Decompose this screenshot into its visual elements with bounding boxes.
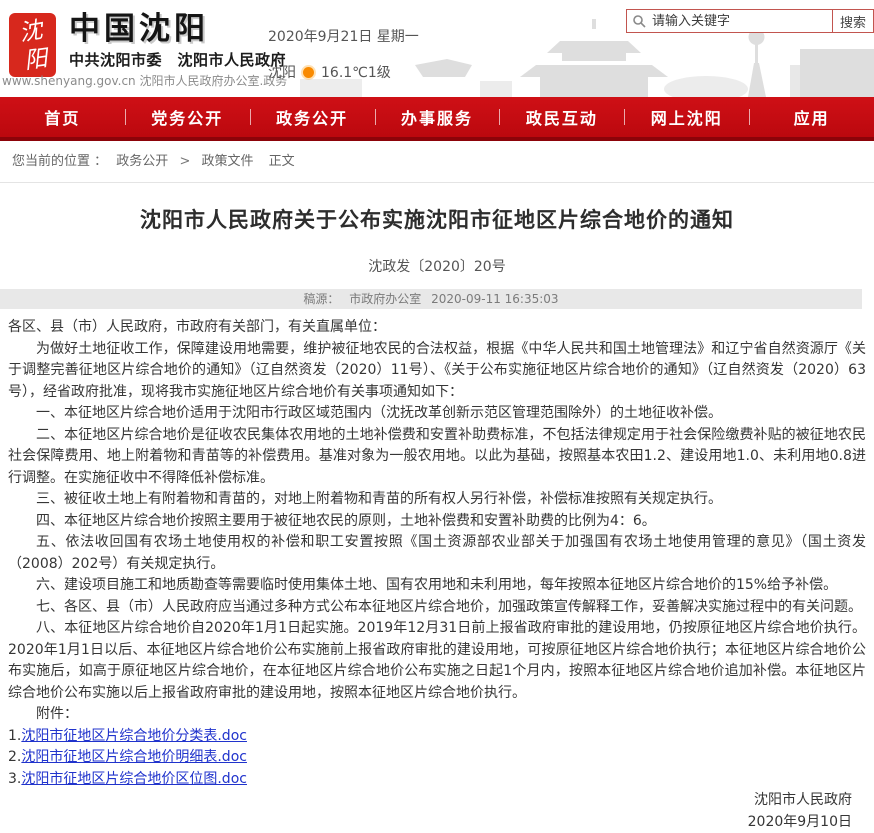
nav-item[interactable]: 网上沈阳 bbox=[624, 97, 749, 137]
attachment-item: 1.沈阳市征地区片综合地价分类表.doc bbox=[8, 726, 866, 748]
nav-item[interactable]: 政民互动 bbox=[499, 97, 624, 137]
article-paragraph: 五、依法收回国有农场土地使用权的补偿和职工安置按照《国土资源部农业部关于加强国有… bbox=[8, 532, 866, 575]
current-date: 2020年9月21日 星期一 bbox=[268, 26, 419, 46]
weather-info: 16.1℃1级 bbox=[321, 62, 391, 82]
article-paragraph: 二、本征地区片综合地价是征收农民集体农用地的土地补偿费和安置补助费标准，不包括法… bbox=[8, 425, 866, 490]
publish-timestamp: 2020-09-11 16:35:03 bbox=[431, 292, 558, 306]
sun-icon bbox=[303, 67, 314, 78]
breadcrumb: 您当前的位置 ： 政务公开 > 政策文件 正文 bbox=[0, 141, 874, 183]
signature-issuer: 沈阳市人民政府 bbox=[8, 790, 852, 812]
attachment-number: 1. bbox=[8, 728, 21, 744]
attachment-list: 1.沈阳市征地区片综合地价分类表.doc 2.沈阳市征地区片综合地价明细表.do… bbox=[8, 726, 866, 791]
article-paragraph: 三、被征收土地上有附着物和青苗的，对地上附着物和青苗的所有权人另行补偿，补偿标准… bbox=[8, 489, 866, 511]
article-paragraph: 七、各区、县（市）人民政府应当通过多种方式公布本征地区片综合地价，加强政策宣传解… bbox=[8, 597, 866, 619]
article: 沈阳市人民政府关于公布实施沈阳市征地区片综合地价的通知 沈政发〔2020〕20号… bbox=[0, 204, 874, 833]
nav-list: 首页 党务公开 政务公开 办事服务 政民互动 网上沈阳 应用 bbox=[0, 97, 874, 137]
site-subtitle: 中共沈阳市委 沈阳市人民政府 bbox=[69, 49, 286, 70]
seal-icon: 沈 阳 bbox=[8, 11, 58, 79]
breadcrumb-link-zwgk[interactable]: 政务公开 bbox=[116, 154, 168, 169]
site-url-line: www.shenyang.gov.cn 沈阳市人民政府办公室.政务 bbox=[2, 72, 287, 89]
weather-city: 沈阳 bbox=[268, 62, 296, 82]
article-paragraph: 为做好土地征收工作，保障建设用地需要，维护被征地农民的合法权益，根据《中华人民共… bbox=[8, 339, 866, 404]
weather-row: 沈阳 16.1℃1级 bbox=[268, 62, 419, 82]
breadcrumb-link-zcwj[interactable]: 政策文件 bbox=[201, 154, 253, 169]
breadcrumb-separator: > bbox=[179, 154, 190, 169]
source-bar: 稿源： 市政府办公室 2020-09-11 16:35:03 bbox=[0, 289, 862, 309]
nav-link[interactable]: 政务公开 bbox=[276, 105, 348, 129]
nav-link[interactable]: 首页 bbox=[44, 105, 80, 129]
attachment-number: 3. bbox=[8, 771, 21, 787]
site-logo[interactable]: 沈 阳 中国沈阳 中共沈阳市委 沈阳市人民政府 bbox=[8, 11, 286, 79]
attachment-link[interactable]: 沈阳市征地区片综合地价明细表.doc bbox=[21, 749, 247, 765]
main-nav: 首页 党务公开 政务公开 办事服务 政民互动 网上沈阳 应用 bbox=[0, 97, 874, 141]
nav-item[interactable]: 应用 bbox=[749, 97, 874, 137]
date-weather-block: 2020年9月21日 星期一 沈阳 16.1℃1级 bbox=[268, 26, 419, 82]
nav-link[interactable]: 党务公开 bbox=[151, 105, 223, 129]
attachment-number: 2. bbox=[8, 749, 21, 765]
site-header: 沈 阳 中国沈阳 中共沈阳市委 沈阳市人民政府 www.shenyang.gov… bbox=[0, 0, 874, 97]
logo-texts: 中国沈阳 中共沈阳市委 沈阳市人民政府 bbox=[69, 11, 286, 79]
attachment-item: 3.沈阳市征地区片综合地价区位图.doc bbox=[8, 769, 866, 791]
doc-number: 沈政发〔2020〕20号 bbox=[0, 256, 874, 276]
article-body: 各区、县（市）人民政府，市政府有关部门，有关直属单位： 为做好土地征收工作，保障… bbox=[0, 309, 874, 833]
search-icon bbox=[627, 14, 650, 28]
article-title: 沈阳市人民政府关于公布实施沈阳市征地区片综合地价的通知 bbox=[20, 204, 854, 234]
attachments-label: 附件： bbox=[8, 704, 866, 726]
nav-item[interactable]: 政务公开 bbox=[250, 97, 375, 137]
nav-link[interactable]: 应用 bbox=[794, 105, 830, 129]
nav-link[interactable]: 网上沈阳 bbox=[651, 105, 723, 129]
search-button[interactable]: 搜索 bbox=[832, 10, 873, 32]
article-paragraph: 四、本征地区片综合地价按照主要用于被征地农民的原则，土地补偿费和安置补助费的比例… bbox=[8, 511, 866, 533]
signature-block: 沈阳市人民政府 2020年9月10日 bbox=[8, 790, 866, 833]
source-value: 市政府办公室 bbox=[349, 292, 421, 306]
nav-item[interactable]: 办事服务 bbox=[375, 97, 500, 137]
source-label: 稿源： bbox=[303, 292, 339, 306]
attachment-item: 2.沈阳市征地区片综合地价明细表.doc bbox=[8, 747, 866, 769]
nav-item[interactable]: 首页 bbox=[0, 97, 125, 137]
paragraph-list: 为做好土地征收工作，保障建设用地需要，维护被征地农民的合法权益，根据《中华人民共… bbox=[8, 339, 866, 705]
nav-item[interactable]: 党务公开 bbox=[125, 97, 250, 137]
attachment-link[interactable]: 沈阳市征地区片综合地价分类表.doc bbox=[21, 728, 247, 744]
article-paragraph: 六、建设项目施工和地质勘查等需要临时使用集体土地、国有农用地和未利用地，每年按照… bbox=[8, 575, 866, 597]
article-paragraph: 八、本征地区片综合地价自2020年1月1日起实施。2019年12月31日前上报省… bbox=[8, 618, 866, 704]
nav-link[interactable]: 办事服务 bbox=[401, 105, 473, 129]
article-greeting: 各区、县（市）人民政府，市政府有关部门，有关直属单位： bbox=[8, 317, 866, 339]
search-box: 搜索 bbox=[626, 9, 874, 33]
signature-date: 2020年9月10日 bbox=[8, 812, 852, 833]
nav-link[interactable]: 政民互动 bbox=[526, 105, 598, 129]
site-title: 中国沈阳 bbox=[69, 13, 286, 46]
article-paragraph: 一、本征地区片综合地价适用于沈阳市行政区域范围内（沈抚改革创新示范区管理范围除外… bbox=[8, 403, 866, 425]
search-input[interactable] bbox=[650, 13, 832, 30]
page: 沈 阳 中国沈阳 中共沈阳市委 沈阳市人民政府 www.shenyang.gov… bbox=[0, 0, 874, 833]
attachment-link[interactable]: 沈阳市征地区片综合地价区位图.doc bbox=[21, 771, 247, 787]
breadcrumb-current: 正文 bbox=[269, 154, 295, 169]
breadcrumb-prefix: 您当前的位置 ： bbox=[12, 154, 107, 169]
